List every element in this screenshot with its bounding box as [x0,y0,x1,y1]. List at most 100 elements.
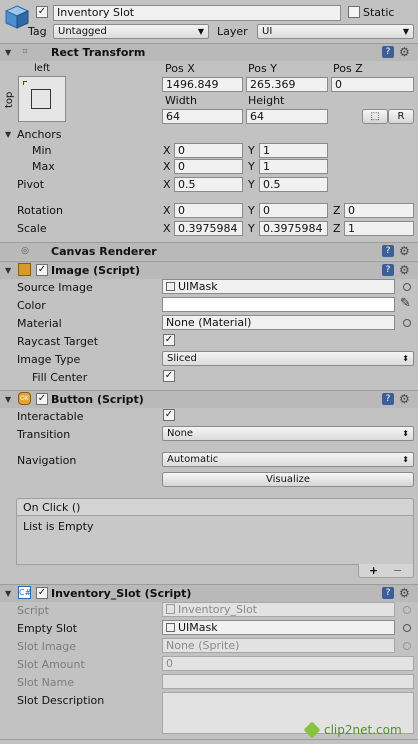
button-script-header[interactable]: ▼ OK ✓ Button (Script) ? ⚙ [0,390,418,408]
inventory-slot-enabled-checkbox[interactable]: ✓ [36,587,48,599]
max-x-input[interactable]: 0 [174,159,243,174]
fill-center-checkbox[interactable]: ✓ [163,370,175,382]
pivot-y-input[interactable]: 0.5 [259,177,328,192]
foldout-arrow-icon[interactable]: ▼ [5,393,11,406]
min-x-input[interactable]: 0 [174,143,243,158]
canvas-renderer-icon: ◎ [21,246,29,256]
rot-y-input[interactable]: 0 [259,203,328,218]
add-event-button[interactable]: + [369,564,378,577]
raycast-target-checkbox[interactable]: ✓ [163,334,175,346]
empty-slot-field[interactable]: UIMask [162,620,395,635]
object-picker-icon [403,642,411,650]
navigation-dropdown[interactable]: Automatic ⬍ [162,452,414,467]
gear-icon[interactable]: ⚙ [399,46,410,58]
anchor-presets-button[interactable] [18,76,66,122]
active-checkbox[interactable]: ✓ [36,6,48,18]
scale-y-axis: Y [248,222,255,235]
chevron-down-icon: ▼ [197,27,204,36]
max-y-input[interactable]: 1 [259,159,328,174]
max-label: Max [32,160,55,173]
object-picker-icon[interactable] [403,319,411,327]
gear-icon[interactable]: ⚙ [399,245,410,257]
canvas-renderer-header[interactable]: ◎ Canvas Renderer ? ⚙ [0,242,418,260]
color-swatch[interactable] [162,297,395,312]
transition-value: None [167,428,194,439]
transition-dropdown[interactable]: None ⬍ [162,426,414,441]
rot-x-input[interactable]: 0 [174,203,243,218]
visualize-button[interactable]: Visualize [162,472,414,487]
min-y-input[interactable]: 1 [259,143,328,158]
gear-icon[interactable]: ⚙ [399,587,410,599]
interactable-checkbox[interactable]: ✓ [163,409,175,421]
foldout-arrow-icon[interactable]: ▼ [5,264,11,277]
fill-center-label: Fill Center [32,371,88,384]
script-field: Inventory_Slot [162,602,395,617]
help-icon[interactable]: ? [382,393,394,405]
scale-x-input[interactable]: 0.3975984 [174,221,243,236]
static-label: Static [363,6,395,19]
anchor-preset-marker [23,81,27,85]
width-input[interactable]: 64 [162,109,243,124]
sprite-icon [166,623,175,632]
blueprint-mode-button[interactable]: ⬚ [362,109,388,124]
material-field[interactable]: None (Material) [162,315,395,330]
static-checkbox[interactable] [348,6,360,18]
image-script-title: Image (Script) [51,264,140,277]
height-input[interactable]: 64 [246,109,328,124]
pivot-label: Pivot [17,178,45,191]
pivot-x-input[interactable]: 0.5 [174,177,243,192]
object-picker-icon[interactable] [403,624,411,632]
image-type-value: Sliced [167,353,197,364]
slot-amount-label: Slot Amount [17,658,85,671]
source-image-field[interactable]: UIMask [162,279,395,294]
scale-z-axis: Z [333,222,341,235]
scale-label: Scale [17,222,47,235]
posz-input[interactable]: 0 [331,77,414,92]
image-component-icon [18,263,31,276]
gear-icon[interactable]: ⚙ [399,393,410,405]
posx-label: Pos X [165,62,195,75]
tag-dropdown[interactable]: Untagged ▼ [53,24,209,39]
posy-input[interactable]: 265.369 [246,77,328,92]
help-icon[interactable]: ? [382,245,394,257]
transition-label: Transition [17,428,71,441]
eyedropper-icon[interactable]: ✎ [400,296,411,311]
image-enabled-checkbox[interactable]: ✓ [36,264,48,276]
foldout-arrow-icon[interactable]: ▼ [5,46,11,59]
remove-event-button[interactable]: − [393,564,402,577]
height-label: Height [248,94,285,107]
slot-name-label: Slot Name [17,676,75,689]
rect-transform-header[interactable]: ▼ ⌗ Rect Transform ? ⚙ [0,43,418,61]
scale-z-input[interactable]: 1 [344,221,414,236]
chevron-down-icon: ▼ [402,27,409,36]
slot-image-field: None (Sprite) [162,638,395,653]
tag-label: Tag [28,25,47,38]
inventory-slot-script-header[interactable]: ▼ C# ✓ Inventory_Slot (Script) ? ⚙ [0,584,418,602]
anchors-foldout-icon[interactable]: ▼ [5,128,11,141]
posz-label: Pos Z [333,62,363,75]
interactable-label: Interactable [17,410,84,423]
dotted-square-icon: ⬚ [370,111,380,122]
gameobject-name-input[interactable]: Inventory Slot [53,5,341,21]
image-script-header[interactable]: ▼ ✓ Image (Script) ? ⚙ [0,261,418,279]
layer-label: Layer [217,25,248,38]
scale-y-input[interactable]: 0.3975984 [259,221,328,236]
rot-z-input[interactable]: 0 [344,203,414,218]
pivot-y-axis: Y [248,178,255,191]
foldout-arrow-icon[interactable]: ▼ [5,587,11,600]
gear-icon[interactable]: ⚙ [399,264,410,276]
empty-slot-value: UIMask [178,621,218,634]
layer-dropdown[interactable]: UI ▼ [257,24,414,39]
object-picker-icon[interactable] [403,283,411,291]
button-enabled-checkbox[interactable]: ✓ [36,393,48,405]
help-icon[interactable]: ? [382,46,394,58]
help-icon[interactable]: ? [382,264,394,276]
material-label: Material [17,317,62,330]
min-y-axis: Y [248,144,255,157]
image-type-dropdown[interactable]: Sliced ⬍ [162,351,414,366]
raw-edit-button[interactable]: R [388,109,414,124]
rot-z-axis: Z [333,204,341,217]
help-icon[interactable]: ? [382,587,394,599]
posx-input[interactable]: 1496.849 [162,77,243,92]
anchor-preset-icon [31,89,51,109]
